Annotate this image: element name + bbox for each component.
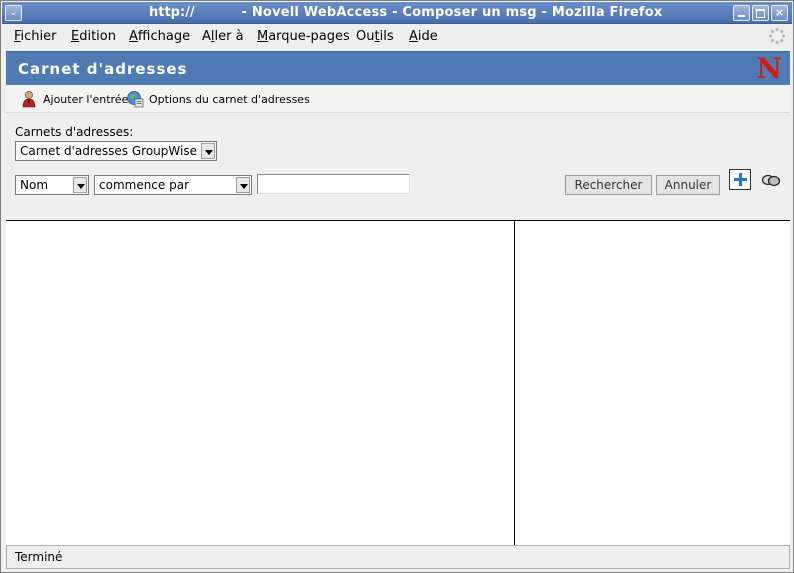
address-book-select[interactable]: Carnet d'adresses GroupWise <box>15 141 217 161</box>
operator-select-value: commence par <box>99 178 190 192</box>
add-entry-label: Ajouter l'entrée <box>43 92 129 106</box>
chevron-down-icon <box>73 177 87 193</box>
add-criteria-button[interactable] <box>729 169 751 190</box>
browser-window: ⌄ http:// - Novell WebAccess - Composer … <box>0 0 794 573</box>
results-area <box>6 220 790 546</box>
address-book-options-button[interactable]: Options du carnet d'adresses <box>126 90 310 108</box>
page-title: Carnet d'adresses <box>18 60 188 78</box>
menu-bar: Fichier Edition Affichage Aller à Marque… <box>2 25 792 49</box>
menu-affichage[interactable]: Affichage <box>129 29 190 44</box>
address-books-label: Carnets d'adresses: <box>15 125 134 139</box>
details-pane[interactable] <box>516 221 790 546</box>
status-text: Terminé <box>15 550 63 564</box>
results-list-pane[interactable] <box>6 221 515 546</box>
add-entry-button[interactable]: Ajouter l'entrée <box>20 90 128 108</box>
link-icon[interactable] <box>760 173 782 187</box>
menu-fichier[interactable]: Fichier <box>14 29 57 44</box>
cancel-button[interactable]: Annuler <box>656 175 720 195</box>
maximize-button[interactable] <box>752 5 769 21</box>
address-book-select-value: Carnet d'adresses GroupWise <box>20 144 197 158</box>
novell-logo: N <box>756 52 782 85</box>
menu-edition[interactable]: Edition <box>71 29 116 44</box>
menu-aide[interactable]: Aide <box>409 29 438 44</box>
search-button[interactable]: Rechercher <box>565 175 652 195</box>
status-bar: Terminé <box>6 545 790 569</box>
window-title-text: - Novell WebAccess - Composer un msg - M… <box>241 5 663 20</box>
menu-aller[interactable]: Aller à <box>202 29 244 44</box>
throbber-icon <box>768 27 786 45</box>
close-icon: × <box>774 6 785 19</box>
action-bar: Ajouter l'entrée Options du carnet d'adr… <box>6 85 790 113</box>
search-input[interactable] <box>257 174 410 194</box>
minimize-button[interactable] <box>733 5 750 21</box>
field-select-value: Nom <box>20 178 49 192</box>
window-title: - Novell WebAccess - Composer un msg - M… <box>2 5 792 20</box>
chevron-down-icon <box>201 143 215 159</box>
address-book-header: Carnet d'adresses N <box>6 51 790 85</box>
operator-select[interactable]: commence par <box>94 175 252 195</box>
menu-marque-pages[interactable]: Marque-pages <box>257 29 350 44</box>
chevron-down-icon <box>236 177 250 193</box>
close-button[interactable]: × <box>771 5 788 21</box>
address-book-options-icon <box>127 91 144 108</box>
title-bar: ⌄ http:// - Novell WebAccess - Composer … <box>2 2 792 24</box>
user-add-icon <box>22 91 36 108</box>
field-select[interactable]: Nom <box>15 175 89 195</box>
address-book-options-label: Options du carnet d'adresses <box>149 92 310 106</box>
menu-outils[interactable]: Outils <box>356 29 394 44</box>
